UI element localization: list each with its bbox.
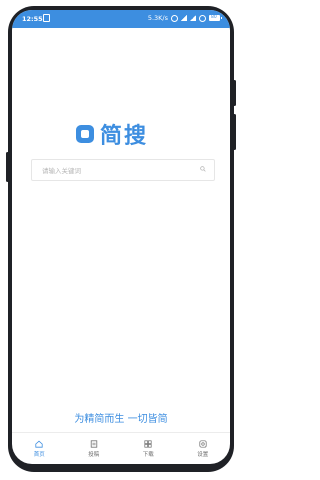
download-icon bbox=[144, 440, 152, 448]
status-bar: 12:55 5.3K/s 80 bbox=[12, 10, 230, 28]
logo-mark-icon bbox=[76, 125, 94, 143]
tab-settings-label: 设置 bbox=[197, 452, 209, 458]
wifi-icon bbox=[199, 14, 206, 22]
signal-icon bbox=[181, 15, 187, 21]
submit-icon bbox=[90, 440, 97, 448]
signal-icon-2 bbox=[190, 15, 196, 21]
tab-home-label: 首页 bbox=[33, 452, 45, 458]
volume-button bbox=[233, 80, 236, 106]
side-button-left bbox=[6, 152, 9, 182]
power-button bbox=[233, 114, 236, 150]
tab-submit[interactable]: 投稿 bbox=[67, 433, 122, 464]
status-time: 12:55 bbox=[22, 15, 43, 23]
slogan-text: 为精简而生 一切皆简 bbox=[74, 414, 168, 425]
tab-download[interactable]: 下载 bbox=[121, 433, 176, 464]
tab-download-label: 下载 bbox=[142, 452, 154, 458]
battery-level: 80 bbox=[211, 15, 217, 20]
tab-home[interactable]: 首页 bbox=[12, 433, 67, 464]
tab-settings[interactable]: 设置 bbox=[176, 433, 231, 464]
notification-icon bbox=[43, 14, 50, 22]
bottom-tab-bar: 首页 投稿 下载 设置 bbox=[12, 432, 230, 464]
battery-icon: 80 bbox=[209, 15, 222, 21]
search-input[interactable]: 请输入关键词 bbox=[31, 159, 215, 181]
network-speed: 5.3K/s bbox=[147, 14, 168, 22]
search-placeholder: 请输入关键词 bbox=[42, 167, 81, 175]
settings-icon bbox=[199, 440, 207, 448]
search-icon[interactable] bbox=[200, 166, 206, 172]
app-screen: 12:55 5.3K/s 80 简搜 请输入关键词 为精简而生 一切皆简 首页 … bbox=[12, 10, 230, 464]
logo-title: 简搜 bbox=[100, 124, 149, 149]
app-logo: 简搜 bbox=[76, 120, 149, 149]
status-right: 5.3K/s 80 bbox=[147, 14, 222, 22]
tab-submit-label: 投稿 bbox=[88, 452, 100, 458]
alarm-icon bbox=[171, 14, 178, 22]
home-icon bbox=[35, 440, 43, 448]
